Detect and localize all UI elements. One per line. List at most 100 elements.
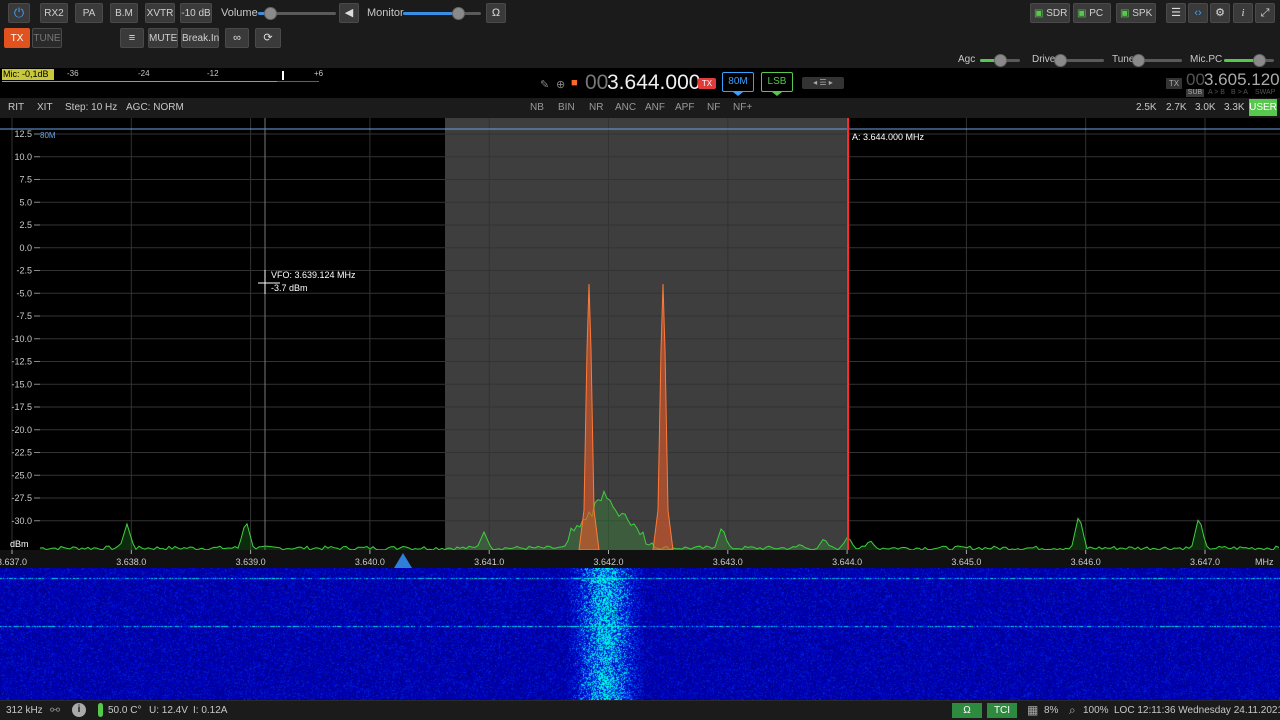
vfo-row: Mic: -0,1dB -36 -24 -12 +6 ✎ ⊕ ■ 00 3.64… bbox=[0, 68, 1280, 98]
y-tick-label: -7.5 bbox=[16, 311, 32, 321]
monitor-slider[interactable] bbox=[403, 12, 481, 15]
volume-slider[interactable] bbox=[258, 12, 336, 15]
dsp-row: RIT XIT Step: 10 Hz AGC: NORM NB BIN NR … bbox=[0, 98, 1280, 118]
meter-tick: -12 bbox=[207, 69, 219, 78]
anf-button[interactable]: ANF bbox=[645, 102, 665, 113]
agc-knob[interactable] bbox=[994, 54, 1007, 67]
waterfall[interactable] bbox=[0, 568, 1280, 700]
sdr-button[interactable]: ▣ SDR bbox=[1030, 3, 1070, 23]
anc-button[interactable]: ANC bbox=[615, 102, 636, 113]
clock: LOC 12:11:36 Wednesday 24.11.2021 bbox=[1114, 705, 1280, 716]
temperature: 50.0 C° bbox=[108, 705, 141, 716]
xit-button[interactable]: XIT bbox=[37, 102, 53, 113]
filter-passband bbox=[445, 118, 847, 550]
mute-button[interactable]: MUTE bbox=[148, 28, 178, 48]
vfo-b-tx-button[interactable]: TX bbox=[1166, 78, 1182, 89]
plus-icon[interactable]: ⊕ bbox=[556, 78, 565, 91]
breakin-button[interactable]: Break.In bbox=[181, 28, 219, 48]
drive-slider[interactable] bbox=[1060, 59, 1104, 62]
b-to-a-button[interactable]: B > A bbox=[1231, 89, 1248, 96]
bm-button[interactable]: B.M bbox=[110, 3, 138, 23]
monitor-label: Monitor bbox=[367, 7, 404, 19]
status-bar: 312 kHz ⚯ i 50.0 C° U: 12.4V I: 0.12A Ω … bbox=[0, 700, 1280, 720]
info-icon[interactable]: i bbox=[1233, 3, 1253, 23]
slider-row: Agc Drive Tune Mic.PC bbox=[0, 50, 1280, 68]
nr-button[interactable]: NR bbox=[589, 102, 603, 113]
drive-knob[interactable] bbox=[1054, 54, 1067, 67]
voltage: U: 12.4V bbox=[149, 705, 188, 716]
filter-2-7k[interactable]: 2.7K bbox=[1166, 102, 1187, 113]
agc-slider[interactable] bbox=[980, 59, 1020, 62]
y-tick-label: -10.0 bbox=[11, 334, 32, 344]
sample-rate: 312 kHz bbox=[6, 705, 43, 716]
cpu-usage: 8% bbox=[1044, 705, 1058, 716]
meter-scale-green bbox=[2, 81, 277, 82]
attenuator-button[interactable]: -10 dB bbox=[180, 3, 212, 23]
cpu-icon: ▦ bbox=[1027, 703, 1038, 717]
bin-button[interactable]: BIN bbox=[558, 102, 575, 113]
settings-icon[interactable]: ⚙ bbox=[1210, 3, 1230, 23]
lock-icon[interactable]: ■ bbox=[571, 77, 578, 89]
tune-power-slider[interactable] bbox=[1138, 59, 1182, 62]
record-icon[interactable]: ⟳ bbox=[255, 28, 281, 48]
x-tick-label: 3.646.0 bbox=[1071, 557, 1101, 567]
sub-button[interactable]: SUB bbox=[1186, 89, 1204, 97]
tune-button[interactable]: TUNE bbox=[32, 28, 62, 48]
nf-button[interactable]: NF bbox=[707, 102, 720, 113]
sdr-label: SDR bbox=[1046, 8, 1067, 19]
a-to-b-button[interactable]: A > B bbox=[1208, 89, 1225, 96]
equalizer-icon[interactable]: ≡ bbox=[120, 28, 144, 48]
spk-button[interactable]: ▣ SPK bbox=[1116, 3, 1156, 23]
filter-2-5k[interactable]: 2.5K bbox=[1136, 102, 1157, 113]
swap-button[interactable]: SWAP bbox=[1255, 89, 1275, 96]
step-selector[interactable]: Step: 10 Hz bbox=[65, 102, 117, 113]
speaker-icon[interactable]: ◀ bbox=[339, 3, 359, 23]
vfo-b-frequency[interactable]: 3.605.120 bbox=[1204, 70, 1280, 90]
filter-3-3k[interactable]: 3.3K bbox=[1224, 102, 1245, 113]
meter-tick: -24 bbox=[138, 69, 150, 78]
pen-icon[interactable]: ✎ bbox=[540, 78, 549, 91]
vfo-a-marker-label: A: 3.644.000 MHz bbox=[852, 132, 925, 142]
band-dropdown-icon[interactable] bbox=[733, 92, 743, 96]
power-icon[interactable]: ⏻ bbox=[8, 3, 30, 23]
xvtr-button[interactable]: XVTR bbox=[145, 3, 175, 23]
pc-button[interactable]: ▣ PC bbox=[1073, 3, 1111, 23]
tci-badge[interactable]: TCI bbox=[987, 703, 1017, 718]
headphones-icon[interactable]: Ω bbox=[486, 3, 506, 23]
tune-knob[interactable] bbox=[1132, 54, 1145, 67]
pa-button[interactable]: PA bbox=[75, 3, 103, 23]
x-tick-label: 3.640.0 bbox=[355, 557, 385, 567]
y-tick-label: -5.0 bbox=[16, 288, 32, 298]
list-icon[interactable]: ☰ bbox=[1166, 3, 1186, 23]
spectrum-panel[interactable]: 80M A: 3.644.000 MHz VFO: 3.639.124 MHz … bbox=[0, 118, 1280, 568]
rit-button[interactable]: RIT bbox=[8, 102, 24, 113]
micpc-knob[interactable] bbox=[1253, 54, 1266, 67]
apf-button[interactable]: APF bbox=[675, 102, 694, 113]
fullscreen-icon[interactable]: ⤢ bbox=[1255, 3, 1275, 23]
volume-knob[interactable] bbox=[264, 7, 277, 20]
monitor-knob[interactable] bbox=[452, 7, 465, 20]
zoom-icon[interactable]: ⌕ bbox=[1069, 703, 1076, 718]
band-button[interactable]: 80M bbox=[722, 72, 754, 92]
link-icon[interactable]: ⚯ bbox=[50, 703, 60, 717]
filter-3-0k[interactable]: 3.0K bbox=[1195, 102, 1216, 113]
vfo-nav-icon[interactable]: ◂ ☰ ▸ bbox=[802, 77, 844, 89]
mode-button[interactable]: LSB bbox=[761, 72, 793, 92]
nb-button[interactable]: NB bbox=[530, 102, 544, 113]
rx2-button[interactable]: RX2 bbox=[40, 3, 68, 23]
headphones-status-icon[interactable]: Ω bbox=[952, 703, 982, 718]
agc-mode-selector[interactable]: AGC: NORM bbox=[126, 102, 184, 113]
micpc-slider[interactable] bbox=[1224, 59, 1274, 62]
nf-plus-button[interactable]: NF+ bbox=[733, 102, 752, 113]
tx-button[interactable]: TX bbox=[4, 28, 30, 48]
filter-user[interactable]: USER bbox=[1249, 99, 1277, 116]
vfo-a-frequency[interactable]: 3.644.000 bbox=[607, 71, 700, 95]
code-icon[interactable]: ‹› bbox=[1188, 3, 1208, 23]
info-circle-icon[interactable]: i bbox=[72, 703, 86, 717]
meter-scale-red bbox=[277, 81, 319, 82]
current: I: 0.12A bbox=[193, 705, 227, 716]
tape-icon[interactable]: ∞ bbox=[225, 28, 249, 48]
y-tick-label: 12.5 bbox=[14, 129, 32, 139]
mode-dropdown-icon[interactable] bbox=[772, 92, 782, 96]
y-tick-label: -30.0 bbox=[11, 516, 32, 526]
